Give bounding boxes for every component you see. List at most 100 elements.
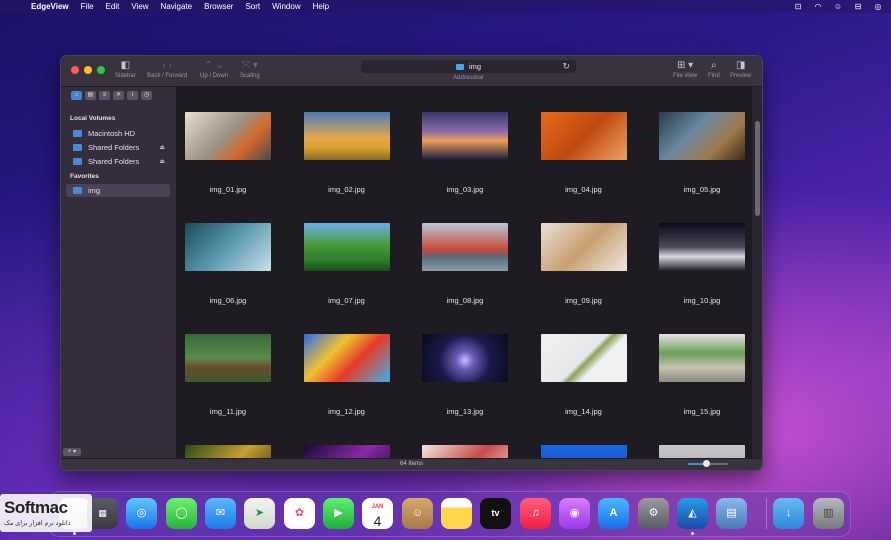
thumbnail-image[interactable] bbox=[422, 334, 508, 382]
contacts-icon[interactable]: ☺ bbox=[402, 498, 433, 529]
notes-icon[interactable] bbox=[441, 498, 472, 529]
thumbnail-image[interactable] bbox=[185, 334, 271, 382]
downloads-folder-icon[interactable]: ↓ bbox=[773, 498, 804, 529]
thumbnail-item[interactable]: img_12.jpg bbox=[296, 309, 414, 420]
thumbnail-image[interactable] bbox=[185, 445, 271, 459]
control-center-icon[interactable]: ⊟ bbox=[853, 2, 863, 11]
thumbnail-item[interactable] bbox=[414, 420, 532, 459]
menu-app-name[interactable]: EdgeView bbox=[31, 2, 69, 11]
podcasts-icon[interactable]: ◉ bbox=[559, 498, 590, 529]
accessibility-icon[interactable]: ⊡ bbox=[793, 2, 803, 11]
sidebar-tab-history[interactable]: ◷ bbox=[141, 91, 152, 100]
thumbnail-image[interactable] bbox=[659, 223, 745, 271]
thumbnail-image[interactable] bbox=[659, 112, 745, 160]
thumbnail-image[interactable] bbox=[422, 223, 508, 271]
maps-icon[interactable]: ➤ bbox=[244, 498, 275, 529]
minimize-window-button[interactable] bbox=[84, 66, 92, 74]
sidebar-tab-files[interactable]: ▤ bbox=[85, 91, 96, 100]
preview-button[interactable]: ◨ Preview bbox=[730, 59, 751, 79]
reload-icon[interactable]: ↻ bbox=[562, 60, 570, 73]
system-preferences-icon[interactable]: ⚙ bbox=[638, 498, 669, 529]
scrollbar-thumb[interactable] bbox=[755, 121, 760, 216]
calendar-icon[interactable]: JAN 4 bbox=[362, 498, 393, 529]
thumbnail-item[interactable]: img_11.jpg bbox=[177, 309, 295, 420]
thumbnail-image[interactable] bbox=[422, 112, 508, 160]
thumbnail-item[interactable]: img_04.jpg bbox=[533, 87, 651, 198]
thumbnail-image[interactable] bbox=[540, 334, 627, 382]
thumbnail-item[interactable]: img_05.jpg bbox=[651, 87, 752, 198]
thumbnail-item[interactable]: img_13.jpg bbox=[414, 309, 532, 420]
scaling-button[interactable]: ⤧ ▾ Scaling bbox=[240, 59, 260, 79]
thumbnail-image[interactable] bbox=[422, 445, 508, 459]
thumbnail-item[interactable]: img_09.jpg bbox=[533, 198, 651, 309]
mail-icon[interactable]: ✉ bbox=[205, 498, 236, 529]
user-icon[interactable]: ☺ bbox=[833, 2, 843, 11]
siri-icon[interactable]: ◎ bbox=[873, 2, 883, 11]
thumbnail-image[interactable] bbox=[303, 445, 390, 459]
edgeview-dock-icon[interactable]: ◭ bbox=[677, 498, 708, 529]
thumbnail-image[interactable] bbox=[303, 334, 390, 382]
thumbnail-item[interactable]: img_15.jpg bbox=[651, 309, 752, 420]
sidebar-tab-info[interactable]: i bbox=[127, 91, 138, 100]
sidebar-item-shared-folders-1[interactable]: Shared Folders ⏏ bbox=[66, 141, 170, 154]
file-view-button[interactable]: ⊞ ▾ File View bbox=[673, 59, 697, 79]
thumbnail-item[interactable] bbox=[651, 420, 752, 459]
zoom-window-button[interactable] bbox=[97, 66, 105, 74]
thumbnail-item[interactable]: img_06.jpg bbox=[177, 198, 295, 309]
thumbnail-image[interactable] bbox=[659, 334, 745, 382]
add-favorite-button[interactable]: + ▾ bbox=[63, 448, 81, 456]
menu-view[interactable]: View bbox=[131, 2, 148, 11]
thumbnail-item[interactable]: img_10.jpg bbox=[651, 198, 752, 309]
safari-icon[interactable]: ◎ bbox=[126, 498, 157, 529]
eject-icon[interactable]: ⏏ bbox=[159, 144, 165, 151]
messages-icon[interactable]: ◯ bbox=[166, 498, 197, 529]
menu-edit[interactable]: Edit bbox=[106, 2, 120, 11]
photos-icon[interactable]: ✿ bbox=[284, 498, 315, 529]
menu-help[interactable]: Help bbox=[313, 2, 329, 11]
close-window-button[interactable] bbox=[71, 66, 79, 74]
thumbnail-image[interactable] bbox=[540, 223, 627, 271]
menu-browser[interactable]: Browser bbox=[204, 2, 233, 11]
sidebar-item-shared-folders-2[interactable]: Shared Folders ⏏ bbox=[66, 155, 170, 168]
music-icon[interactable]: ♫ bbox=[520, 498, 551, 529]
up-down-button[interactable]: ⌃ ⌄ Up / Down bbox=[200, 59, 228, 79]
thumbnail-image[interactable] bbox=[185, 112, 271, 160]
thumbnail-item[interactable]: img_08.jpg bbox=[414, 198, 532, 309]
app-store-icon[interactable]: A bbox=[598, 498, 629, 529]
thumbnail-item[interactable]: img_01.jpg bbox=[177, 87, 295, 198]
thumbnail-item[interactable] bbox=[296, 420, 414, 459]
find-button[interactable]: ⌕ Find bbox=[708, 59, 720, 79]
sidebar-item-macintosh-hd[interactable]: Macintosh HD bbox=[66, 127, 170, 140]
thumbnail-item[interactable]: img_03.jpg bbox=[414, 87, 532, 198]
address-bar[interactable]: img ↻ bbox=[361, 60, 576, 73]
menu-sort[interactable]: Sort bbox=[245, 2, 260, 11]
menu-window[interactable]: Window bbox=[272, 2, 300, 11]
menu-file[interactable]: File bbox=[81, 2, 94, 11]
apple-tv-icon[interactable]: tv bbox=[480, 498, 511, 529]
sidebar-item-img[interactable]: img bbox=[66, 184, 170, 197]
facetime-icon[interactable]: ▶ bbox=[323, 498, 354, 529]
thumbnail-item[interactable]: img_14.jpg bbox=[533, 309, 651, 420]
eject-icon[interactable]: ⏏ bbox=[159, 158, 165, 165]
thumbnail-item[interactable]: img_02.jpg bbox=[296, 87, 414, 198]
wifi-icon[interactable]: ◠ bbox=[813, 2, 823, 11]
thumbnail-item[interactable] bbox=[533, 420, 651, 459]
sidebar-tab-tools[interactable]: ✕ bbox=[113, 91, 124, 100]
sidebar-tab-list[interactable]: ≡ bbox=[99, 91, 110, 100]
thumbnail-item[interactable]: img_07.jpg bbox=[296, 198, 414, 309]
trash-icon[interactable]: ▥ bbox=[813, 498, 844, 529]
thumbnail-image[interactable] bbox=[303, 112, 390, 160]
vertical-scrollbar[interactable] bbox=[752, 87, 762, 459]
thumbnail-size-slider[interactable] bbox=[688, 460, 728, 467]
thumbnail-image[interactable] bbox=[659, 445, 745, 459]
thumbnail-item[interactable] bbox=[177, 420, 295, 459]
back-forward-button[interactable]: ‹ › Back / Forward bbox=[147, 59, 187, 79]
menu-navigate[interactable]: Navigate bbox=[161, 2, 193, 11]
preview-app-icon[interactable]: ▤ bbox=[716, 498, 747, 529]
thumbnail-image[interactable] bbox=[540, 445, 627, 459]
thumbnail-image[interactable] bbox=[540, 112, 627, 160]
slider-knob[interactable] bbox=[703, 460, 710, 467]
sidebar-toggle-button[interactable]: ◧ Sidebar bbox=[115, 59, 136, 79]
thumbnail-image[interactable] bbox=[303, 223, 390, 271]
sidebar-tab-locations[interactable]: ⌂ bbox=[71, 91, 82, 100]
